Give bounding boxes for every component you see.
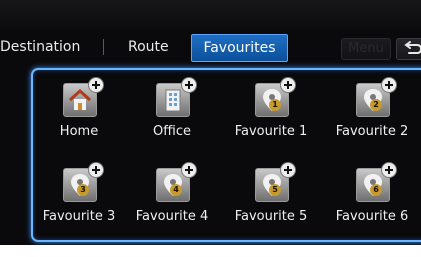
favourite-tile-home[interactable]: Home: [34, 77, 124, 153]
favourite-label: Favourite 5: [234, 209, 308, 224]
add-icon: [381, 162, 397, 178]
menu-button[interactable]: Menu: [341, 38, 391, 60]
favourite-label: Favourite 4: [135, 209, 209, 224]
back-button[interactable]: [396, 38, 421, 60]
add-icon: [181, 162, 197, 178]
favourite-label: Favourite 1: [234, 124, 308, 139]
add-icon: [88, 162, 104, 178]
favourite-tile-favourite-1[interactable]: 1 Favourite 1: [226, 77, 316, 153]
favourite-badge: 5: [269, 184, 281, 196]
navigation-screen: Destination Route Favourites Menu Home O…: [0, 0, 421, 245]
favourites-grid: Home Office 1 Favourite 1 2 Favourite 2 …: [31, 68, 421, 242]
add-icon: [280, 162, 296, 178]
favourite-badge: 4: [170, 184, 182, 196]
favourite-badge: 6: [370, 184, 382, 196]
tab-favourites[interactable]: Favourites: [191, 34, 288, 62]
favourite-label: Office: [153, 124, 191, 139]
favourite-tile-favourite-5[interactable]: 5 Favourite 5: [226, 162, 316, 238]
tab-divider: [103, 39, 104, 55]
favourite-badge: 3: [77, 184, 89, 196]
favourite-tile-office[interactable]: Office: [127, 77, 217, 153]
favourite-label: Home: [59, 124, 99, 139]
add-icon: [88, 77, 104, 93]
status-strip: [0, 0, 421, 30]
tab-route[interactable]: Route: [118, 32, 198, 62]
tab-bar: Destination Route Favourites Menu: [0, 32, 421, 62]
favourite-label: Favourite 3: [42, 209, 116, 224]
favourite-badge: 1: [269, 99, 281, 111]
add-icon: [381, 77, 397, 93]
back-arrow-icon: [404, 41, 421, 54]
tab-destination[interactable]: Destination: [0, 32, 100, 62]
favourite-tile-favourite-6[interactable]: 6 Favourite 6: [327, 162, 417, 238]
favourite-label: Favourite 6: [335, 209, 409, 224]
favourite-tile-favourite-4[interactable]: 4 Favourite 4: [127, 162, 217, 238]
favourite-tile-favourite-3[interactable]: 3 Favourite 3: [34, 162, 124, 238]
favourite-label: Favourite 2: [335, 124, 409, 139]
favourite-tile-favourite-2[interactable]: 2 Favourite 2: [327, 77, 417, 153]
add-icon: [280, 77, 296, 93]
favourite-badge: 2: [370, 99, 382, 111]
add-icon: [181, 77, 197, 93]
